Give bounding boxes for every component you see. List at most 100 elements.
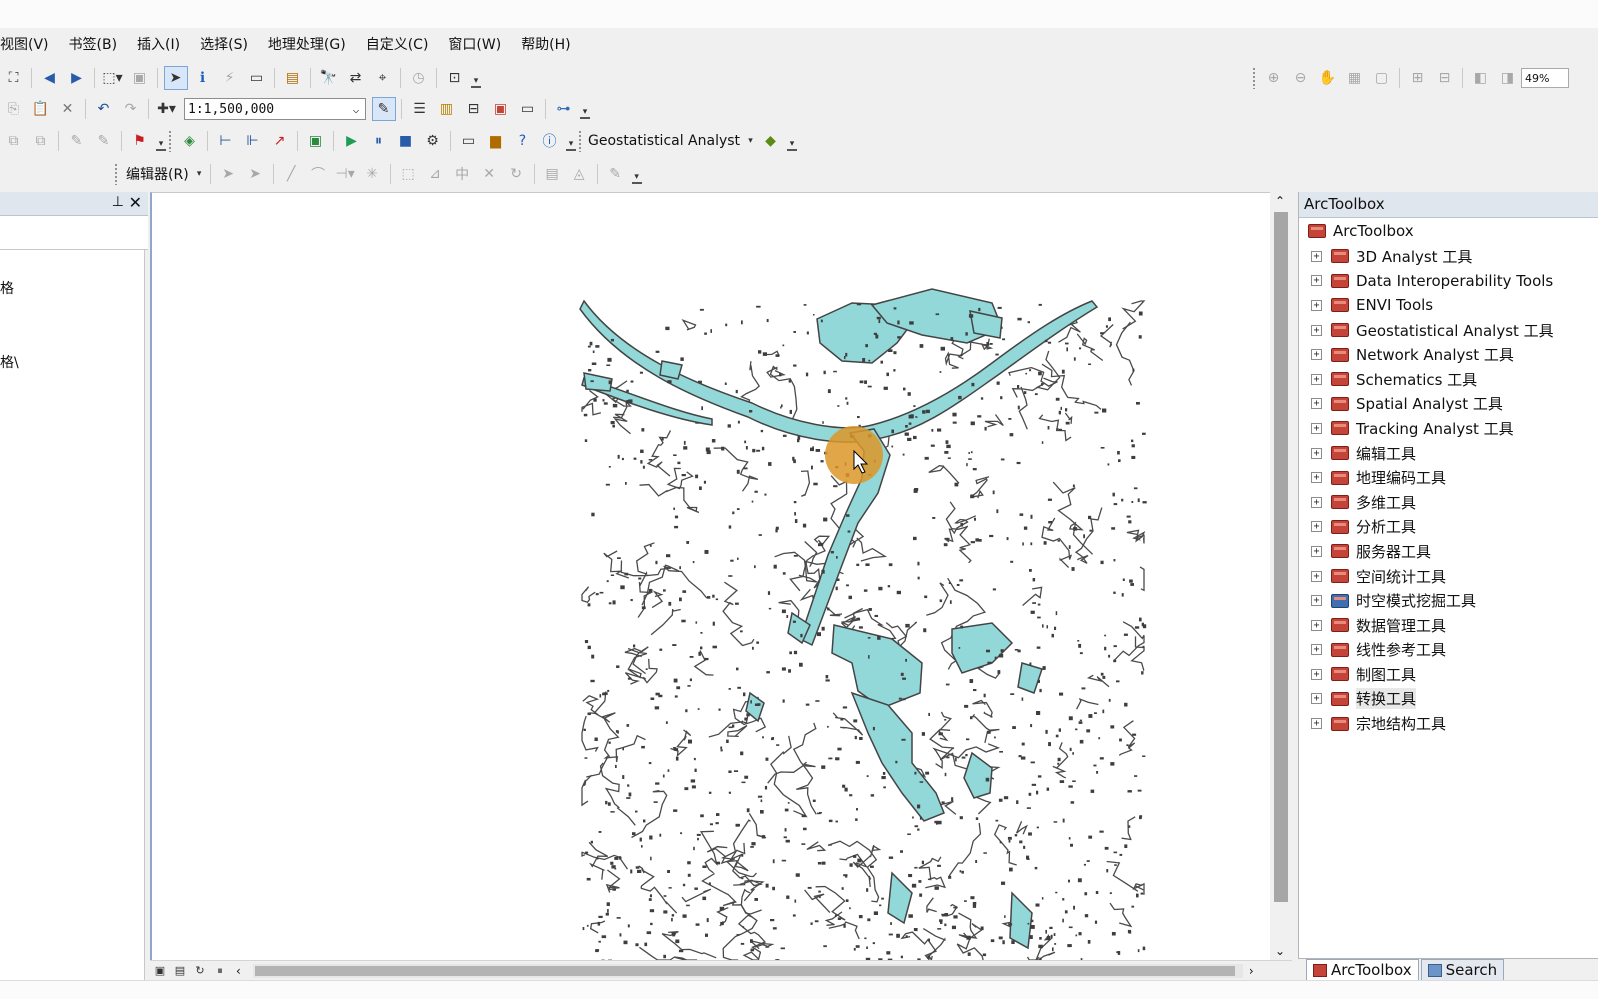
- delete-icon[interactable]: ✕: [56, 97, 80, 121]
- toolbox-item[interactable]: + Geostatistical Analyst 工具: [1299, 318, 1598, 343]
- info-icon[interactable]: ⓘ: [538, 129, 562, 153]
- expand-icon[interactable]: +: [1311, 324, 1322, 336]
- toolbox-item[interactable]: + 转换工具: [1299, 687, 1598, 712]
- toolbox-item[interactable]: + Schematics 工具: [1299, 367, 1598, 392]
- toolbox-item[interactable]: + 空间统计工具: [1299, 564, 1598, 589]
- sketch-properties-icon[interactable]: ◬: [567, 162, 591, 186]
- pause-drawing-icon[interactable]: ⏸: [210, 963, 230, 979]
- map-scale-select[interactable]: 1:1,500,000 ⌵: [184, 98, 366, 120]
- tree-icon[interactable]: ⊩: [241, 129, 265, 153]
- menu-selection[interactable]: 选择(S): [190, 32, 258, 58]
- data-view-icon[interactable]: ▣: [150, 963, 170, 979]
- layer-icon[interactable]: ⧉: [2, 129, 26, 153]
- help-icon[interactable]: ?: [511, 129, 535, 153]
- arctoolbox-root[interactable]: ArcToolbox: [1307, 222, 1414, 240]
- pause-icon[interactable]: ⏸: [367, 129, 391, 153]
- editor-menu[interactable]: 编辑器(R): [122, 164, 193, 184]
- map-horizontal-scrollbar[interactable]: [252, 963, 1243, 978]
- chevron-down-icon[interactable]: ▾: [746, 129, 756, 153]
- chevron-down-icon[interactable]: ▾: [194, 162, 204, 186]
- play-icon[interactable]: ▶: [340, 129, 364, 153]
- back-extent-icon[interactable]: ◀: [38, 66, 62, 90]
- edit-tool-icon[interactable]: ➤: [216, 162, 240, 186]
- expand-icon[interactable]: +: [1311, 472, 1322, 484]
- route-icon[interactable]: ↗: [268, 129, 292, 153]
- toolbox-item[interactable]: + 服务器工具: [1299, 539, 1598, 564]
- expand-icon[interactable]: +: [1311, 595, 1322, 607]
- expand-icon[interactable]: +: [1311, 398, 1322, 410]
- geostatistical-wizard-icon[interactable]: ◆: [759, 129, 783, 153]
- menu-bookmarks[interactable]: 书签(B): [59, 32, 128, 58]
- toolbox-item[interactable]: + 分析工具: [1299, 515, 1598, 540]
- previous-extent-icon[interactable]: ◧: [1469, 66, 1493, 90]
- expand-icon[interactable]: +: [1311, 718, 1322, 730]
- editor-toolbar-icon[interactable]: ✎: [371, 97, 396, 121]
- expand-icon[interactable]: +: [1311, 521, 1322, 533]
- toolbar-overflow-icon[interactable]: ▾: [631, 164, 642, 184]
- tracking-manager-icon[interactable]: ⚙: [421, 129, 445, 153]
- search-window-icon[interactable]: ⊟: [462, 97, 486, 121]
- menu-view[interactable]: 视图(V): [0, 32, 59, 58]
- toolbox-item[interactable]: + 编辑工具: [1299, 441, 1598, 466]
- full-extent-icon[interactable]: ⛶: [2, 66, 26, 90]
- georef-link-icon[interactable]: ✎: [92, 129, 116, 153]
- layer-copy-icon[interactable]: ⧉: [29, 129, 53, 153]
- expand-icon[interactable]: +: [1311, 496, 1322, 508]
- catalog-icon[interactable]: ▥: [435, 97, 459, 121]
- toc-layer-path[interactable]: 格\: [0, 352, 19, 372]
- scroll-thumb[interactable]: [254, 965, 1235, 976]
- tab-search[interactable]: Search: [1420, 959, 1505, 980]
- clear-selection-icon[interactable]: ▣: [128, 66, 152, 90]
- select-features-icon[interactable]: ⬚▾: [101, 66, 125, 90]
- hyperlink-icon[interactable]: ⚡: [218, 66, 242, 90]
- toolbar-overflow-icon[interactable]: ▾: [566, 131, 576, 151]
- menu-help[interactable]: 帮助(H): [511, 32, 580, 58]
- layout-zoom-percent[interactable]: 49%: [1521, 68, 1569, 88]
- split-icon[interactable]: ✕: [477, 162, 501, 186]
- straight-segment-icon[interactable]: ╱: [279, 162, 303, 186]
- time-slider-icon[interactable]: ◷: [407, 66, 431, 90]
- expand-icon[interactable]: +: [1311, 299, 1322, 311]
- rotate-icon[interactable]: ↻: [504, 162, 528, 186]
- pin-icon[interactable]: ⊥: [112, 194, 124, 210]
- menu-geoprocessing[interactable]: 地理处理(G): [258, 32, 356, 58]
- arctoolbox-icon[interactable]: ▣: [489, 97, 513, 121]
- chart-icon[interactable]: ▆: [484, 129, 508, 153]
- forward-extent-icon[interactable]: ▶: [65, 66, 89, 90]
- menu-customize[interactable]: 自定义(C): [356, 32, 439, 58]
- toolbox-item[interactable]: + 制图工具: [1299, 662, 1598, 687]
- toolbar-overflow-icon[interactable]: ▾: [156, 131, 166, 151]
- expand-icon[interactable]: +: [1311, 275, 1322, 287]
- trace-icon[interactable]: ⊣▾: [333, 162, 357, 186]
- water-body-map[interactable]: [152, 193, 1270, 960]
- expand-icon[interactable]: +: [1311, 349, 1322, 361]
- reshape-icon[interactable]: ⊿: [423, 162, 447, 186]
- toolbox-item[interactable]: +3D Analyst 工具: [1299, 244, 1598, 269]
- scroll-right-icon[interactable]: ›: [1243, 964, 1260, 978]
- toolbox-item[interactable]: + 宗地结构工具: [1299, 711, 1598, 736]
- toolbox-item[interactable]: + 时空模式挖掘工具: [1299, 588, 1598, 613]
- redo-icon[interactable]: ↷: [119, 97, 143, 121]
- menu-insert[interactable]: 插入(I): [127, 32, 190, 58]
- scroll-up-icon[interactable]: ⌃: [1275, 194, 1285, 208]
- toolbox-item[interactable]: + Data Interoperability Tools: [1299, 269, 1598, 294]
- undo-icon[interactable]: ↶: [92, 97, 116, 121]
- toolbar-overflow-icon[interactable]: ▾: [471, 68, 481, 88]
- model-icon[interactable]: ▣: [304, 129, 328, 153]
- python-window-icon[interactable]: ▭: [516, 97, 540, 121]
- toolbox-item[interactable]: + Tracking Analyst 工具: [1299, 416, 1598, 441]
- map-view[interactable]: [150, 192, 1270, 960]
- expand-icon[interactable]: +: [1311, 644, 1322, 656]
- model-builder-icon[interactable]: ⊶: [552, 97, 576, 121]
- html-popup-icon[interactable]: ▭: [245, 66, 269, 90]
- expand-icon[interactable]: +: [1311, 545, 1322, 557]
- scroll-thumb[interactable]: [1274, 212, 1288, 902]
- expand-icon[interactable]: +: [1311, 570, 1322, 582]
- toc-layer-label[interactable]: 格: [0, 278, 14, 298]
- geostatistical-analyst-menu[interactable]: Geostatistical Analyst: [586, 133, 744, 149]
- expand-icon[interactable]: +: [1311, 250, 1322, 262]
- message-icon[interactable]: ▭: [457, 129, 481, 153]
- toolbar-overflow-icon[interactable]: ▾: [787, 131, 798, 151]
- add-data-icon[interactable]: ✚▾: [155, 97, 179, 121]
- expand-icon[interactable]: +: [1311, 447, 1322, 459]
